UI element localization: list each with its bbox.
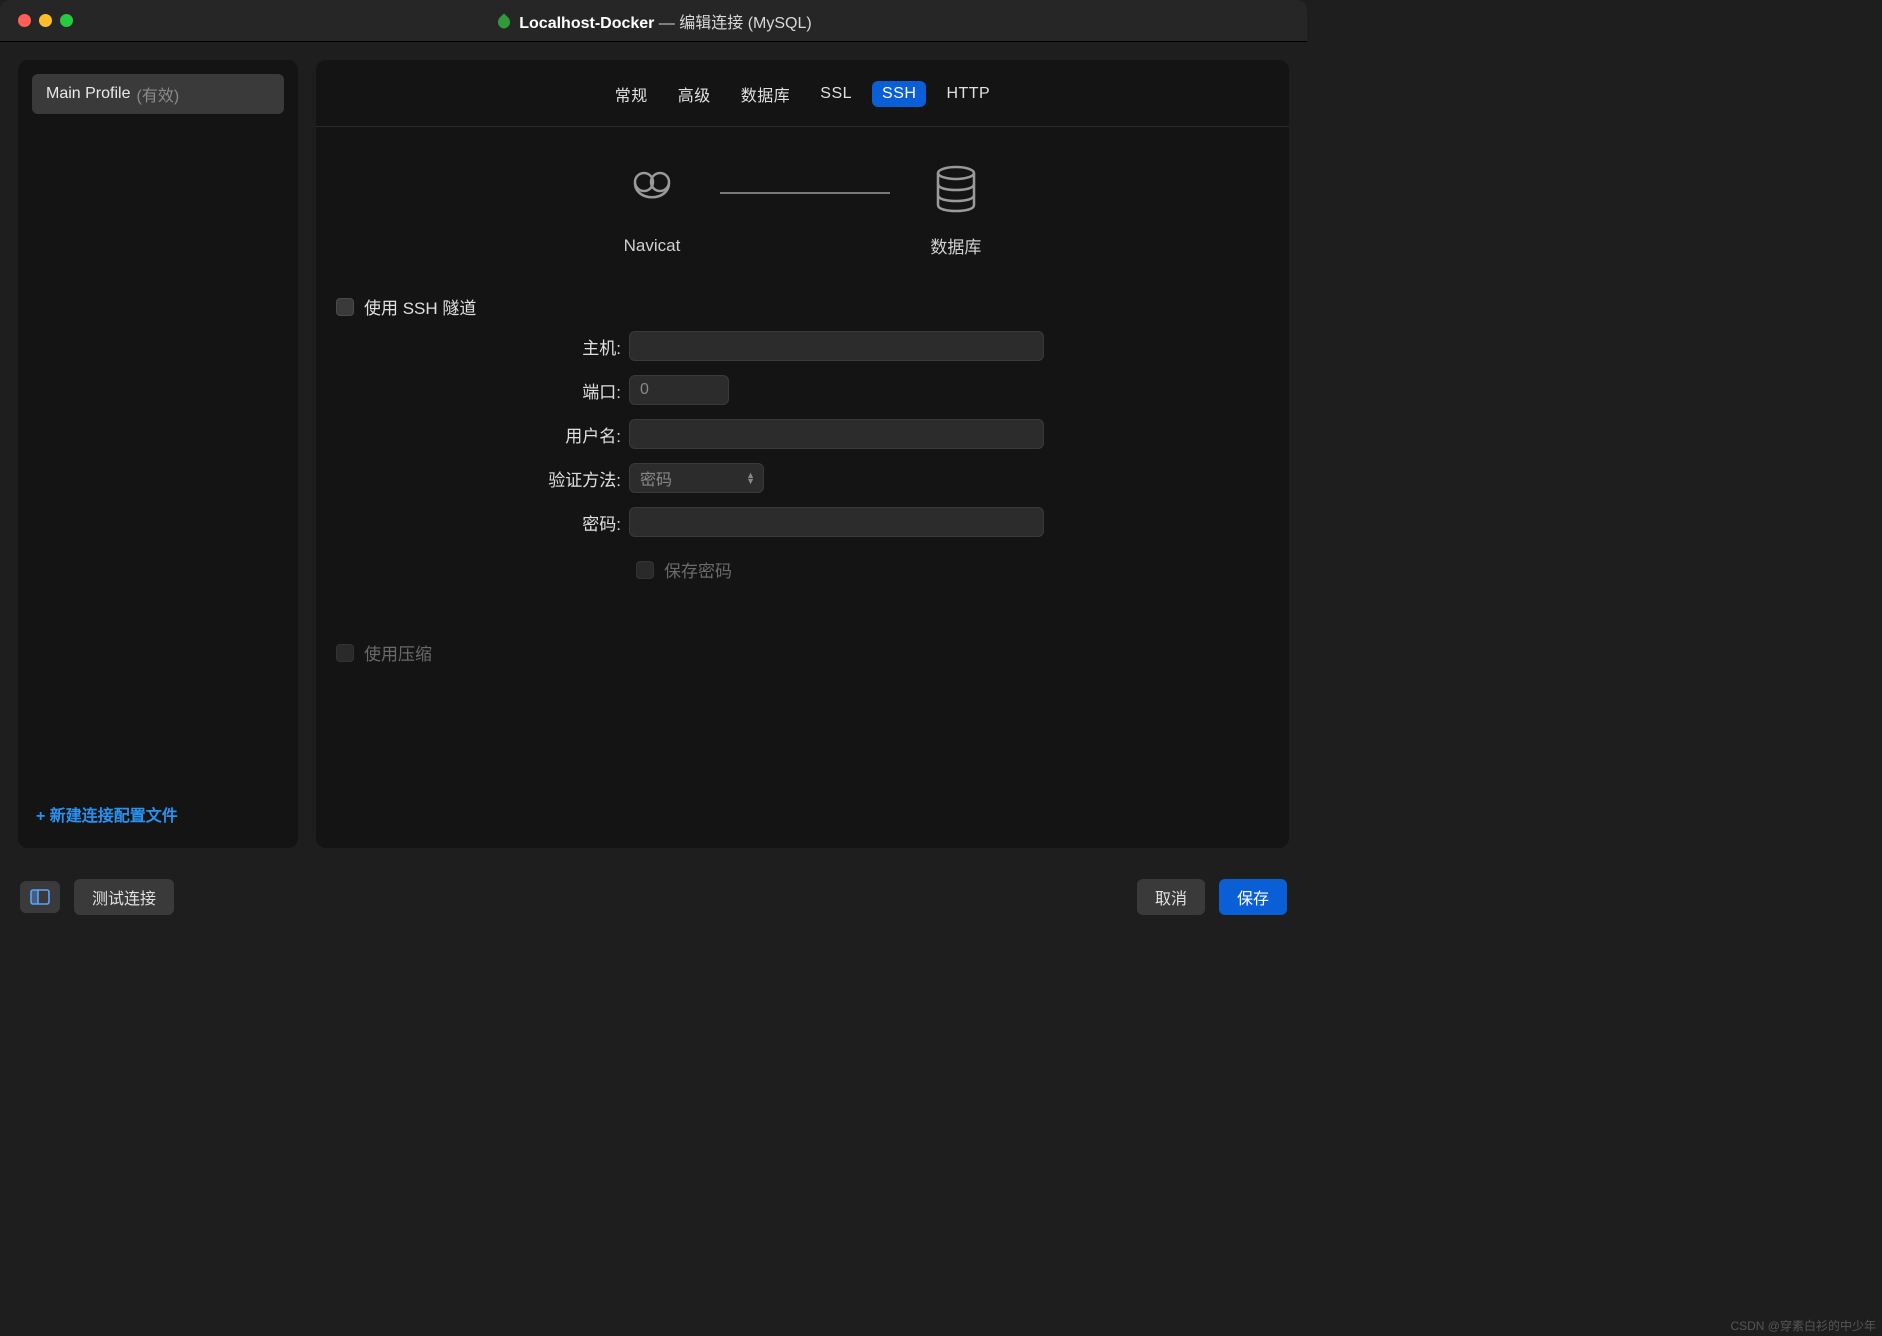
profiles-sidebar: Main Profile (有效) + 新建连接配置文件 <box>18 60 298 848</box>
close-window-button[interactable] <box>18 14 31 27</box>
window-title: Localhost-Docker — 编辑连接 (MySQL) <box>0 9 1307 33</box>
use-compression-checkbox[interactable] <box>336 644 354 662</box>
save-password-label: 保存密码 <box>664 557 732 582</box>
use-compression-row: 使用压缩 <box>336 634 1269 677</box>
username-input[interactable] <box>629 419 1044 449</box>
navicat-app-icon <box>495 12 513 30</box>
tabs-row: 常规 高级 数据库 SSL SSH HTTP <box>316 60 1289 127</box>
tab-database[interactable]: 数据库 <box>731 78 801 110</box>
auth-method-value: 密码 <box>640 466 672 490</box>
chevron-updown-icon: ▲▼ <box>746 472 755 484</box>
use-compression-label: 使用压缩 <box>364 640 432 665</box>
toggle-sidebar-button[interactable] <box>20 881 60 913</box>
tab-ssh[interactable]: SSH <box>872 81 926 107</box>
tab-http[interactable]: HTTP <box>936 81 1000 107</box>
host-input[interactable] <box>629 331 1044 361</box>
host-label: 主机: <box>336 334 621 359</box>
save-password-checkbox[interactable] <box>636 561 654 579</box>
content-area: Main Profile (有效) + 新建连接配置文件 常规 高级 数据库 S… <box>0 42 1307 866</box>
maximize-window-button[interactable] <box>60 14 73 27</box>
tab-ssl[interactable]: SSL <box>810 81 862 107</box>
database-icon <box>934 165 978 213</box>
use-ssh-tunnel-label: 使用 SSH 隧道 <box>364 294 476 319</box>
tab-advanced[interactable]: 高级 <box>668 78 721 110</box>
port-label: 端口: <box>336 378 621 403</box>
cancel-button[interactable]: 取消 <box>1137 879 1205 915</box>
navicat-icon <box>628 168 676 216</box>
port-input[interactable] <box>629 375 729 405</box>
minimize-window-button[interactable] <box>39 14 52 27</box>
use-ssh-tunnel-checkbox[interactable] <box>336 298 354 316</box>
profile-item-main[interactable]: Main Profile (有效) <box>32 74 284 114</box>
save-button[interactable]: 保存 <box>1219 879 1287 915</box>
titlebar: Localhost-Docker — 编辑连接 (MySQL) <box>0 0 1307 42</box>
profile-name: Main Profile <box>46 85 130 103</box>
diagram-database-label: 数据库 <box>930 233 981 258</box>
sidebar-icon <box>30 889 50 905</box>
tab-general[interactable]: 常规 <box>605 78 658 110</box>
save-password-row: 保存密码 <box>336 551 1269 594</box>
diagram-connector <box>720 192 890 194</box>
auth-method-select[interactable]: 密码 ▲▼ <box>629 463 764 493</box>
title-connection-name: Localhost-Docker <box>519 15 654 32</box>
ssh-form: 使用 SSH 隧道 主机: 端口: 用户名: 验证方法: <box>316 278 1289 677</box>
use-ssh-tunnel-row: 使用 SSH 隧道 <box>336 288 1269 331</box>
connection-diagram: Navicat 数据库 <box>316 127 1289 278</box>
test-connection-button[interactable]: 测试连接 <box>74 879 174 915</box>
username-label: 用户名: <box>336 422 621 447</box>
diagram-navicat-node: Navicat <box>624 168 681 256</box>
new-profile-button[interactable]: + 新建连接配置文件 <box>32 796 284 834</box>
auth-method-label: 验证方法: <box>336 466 621 491</box>
connection-editor-window: Localhost-Docker — 编辑连接 (MySQL) Main Pro… <box>0 0 1307 928</box>
title-suffix: — 编辑连接 (MySQL) <box>654 15 811 32</box>
password-input[interactable] <box>629 507 1044 537</box>
watermark-text: CSDN @穿素白衫的中少年 <box>1730 1317 1876 1334</box>
diagram-navicat-label: Navicat <box>624 236 681 256</box>
main-panel: 常规 高级 数据库 SSL SSH HTTP Navicat <box>316 60 1289 848</box>
window-controls <box>0 14 73 27</box>
footer-bar: 测试连接 取消 保存 <box>0 866 1307 928</box>
diagram-database-node: 数据库 <box>930 165 981 258</box>
profile-status-tag: (有效) <box>136 82 179 106</box>
password-label: 密码: <box>336 510 621 535</box>
